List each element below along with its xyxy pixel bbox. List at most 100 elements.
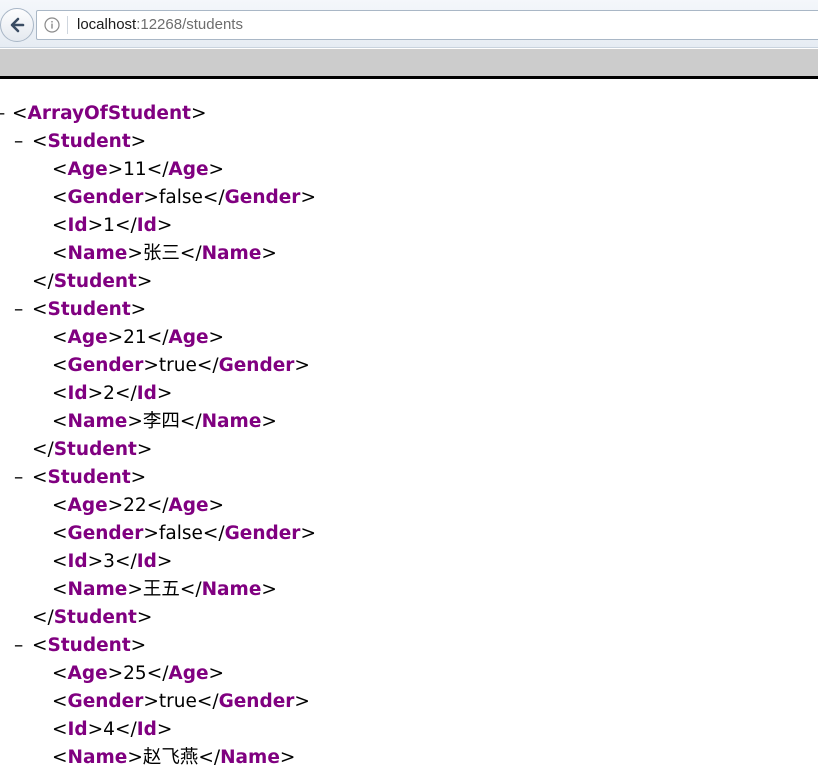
bracket: > bbox=[127, 243, 143, 264]
field-tag-name: Gender bbox=[67, 187, 144, 208]
bracket: < bbox=[52, 383, 68, 404]
field-gender: <Gender>true</Gender> bbox=[0, 352, 818, 380]
student-close-tag: </Student> bbox=[0, 268, 818, 296]
field-tag-name: Age bbox=[67, 327, 108, 348]
bracket: </ bbox=[202, 523, 225, 544]
field-gender: <Gender>false</Gender> bbox=[0, 520, 818, 548]
bracket: < bbox=[52, 719, 68, 740]
address-bar[interactable]: localhost:12268/students bbox=[36, 10, 818, 40]
field-id: <Id>4</Id> bbox=[0, 716, 818, 744]
bracket: </ bbox=[146, 495, 169, 516]
bracket: </ bbox=[196, 355, 219, 376]
url-host: localhost bbox=[77, 16, 137, 33]
field-tag-name: Name bbox=[201, 411, 262, 432]
field-value: 赵飞燕 bbox=[142, 747, 199, 768]
field-name: <Name>赵飞燕</Name> bbox=[0, 744, 818, 772]
bracket: > bbox=[279, 747, 296, 768]
bracket: > bbox=[87, 383, 104, 404]
collapse-root-toggle[interactable]: – bbox=[0, 100, 5, 128]
field-gender: <Gender>false</Gender> bbox=[0, 184, 818, 212]
bracket: </ bbox=[146, 159, 169, 180]
field-tag-name: Age bbox=[168, 663, 209, 684]
gray-bar bbox=[0, 49, 818, 76]
address-separator bbox=[67, 16, 68, 34]
bracket: </ bbox=[196, 691, 219, 712]
bracket: > bbox=[136, 271, 153, 292]
student-tag-name: Student bbox=[53, 271, 137, 292]
back-button[interactable] bbox=[0, 8, 34, 42]
bracket: < bbox=[32, 131, 48, 152]
field-value: 2 bbox=[103, 383, 115, 404]
bracket: < bbox=[52, 747, 68, 768]
field-value: 张三 bbox=[142, 243, 180, 264]
bracket: > bbox=[190, 103, 207, 124]
field-id: <Id>1</Id> bbox=[0, 212, 818, 240]
field-tag-name: Id bbox=[136, 719, 157, 740]
xml-root-open: –<ArrayOfStudent> bbox=[0, 100, 818, 128]
student-tag-name: Student bbox=[47, 467, 131, 488]
bracket: </ bbox=[146, 327, 169, 348]
student-tag-name: Student bbox=[47, 299, 131, 320]
student-tag-name: Student bbox=[47, 635, 131, 656]
bracket: > bbox=[107, 327, 124, 348]
browser-toolbar: localhost:12268/students bbox=[0, 0, 818, 48]
bracket: > bbox=[136, 607, 153, 628]
student-open-tag: – <Student> bbox=[0, 632, 818, 660]
bracket: > bbox=[261, 411, 277, 432]
bracket: < bbox=[52, 187, 68, 208]
field-value: 11 bbox=[123, 159, 147, 180]
field-value: 25 bbox=[123, 663, 147, 684]
field-tag-name: Name bbox=[67, 747, 128, 768]
student-close-tag: </Student> bbox=[0, 604, 818, 632]
collapse-student-toggle[interactable]: – bbox=[14, 128, 23, 156]
bracket: > bbox=[143, 691, 159, 712]
bracket: > bbox=[208, 495, 225, 516]
field-tag-name: Name bbox=[201, 579, 262, 600]
collapse-student-toggle[interactable]: – bbox=[14, 464, 23, 492]
field-tag-name: Age bbox=[168, 327, 209, 348]
field-value: 李四 bbox=[142, 411, 180, 432]
field-value: 4 bbox=[103, 719, 115, 740]
bracket: </ bbox=[179, 411, 202, 432]
student-open-tag: – <Student> bbox=[0, 296, 818, 324]
collapse-student-toggle[interactable]: – bbox=[14, 632, 23, 660]
bracket: < bbox=[52, 523, 68, 544]
field-tag-name: Id bbox=[67, 551, 88, 572]
bracket: > bbox=[208, 327, 225, 348]
bracket: </ bbox=[114, 551, 137, 572]
url-text[interactable]: localhost:12268/students bbox=[77, 16, 243, 34]
field-tag-name: Name bbox=[220, 747, 280, 768]
field-tag-name: Id bbox=[67, 215, 88, 236]
bracket: > bbox=[294, 691, 310, 712]
bracket: </ bbox=[114, 383, 137, 404]
collapse-student-toggle[interactable]: – bbox=[14, 296, 23, 324]
bracket: </ bbox=[202, 187, 225, 208]
field-age: <Age>22</Age> bbox=[0, 492, 818, 520]
field-tag-name: Age bbox=[168, 495, 209, 516]
bracket: < bbox=[12, 103, 28, 124]
bracket: > bbox=[208, 663, 225, 684]
bracket: </ bbox=[32, 271, 54, 292]
field-gender: <Gender>true</Gender> bbox=[0, 688, 818, 716]
bracket: > bbox=[300, 187, 316, 208]
field-tag-name: Name bbox=[67, 579, 128, 600]
field-tag-name: Id bbox=[136, 215, 157, 236]
info-icon[interactable] bbox=[44, 17, 60, 33]
bracket: </ bbox=[179, 579, 202, 600]
field-name: <Name>王五</Name> bbox=[0, 576, 818, 604]
student-open-tag: – <Student> bbox=[0, 464, 818, 492]
bracket: > bbox=[107, 663, 124, 684]
student-tag-name: Student bbox=[53, 607, 137, 628]
field-value: 22 bbox=[123, 495, 147, 516]
xml-tree: –<ArrayOfStudent>–<Student><Age>11</Age>… bbox=[0, 100, 818, 772]
field-value: 1 bbox=[103, 215, 115, 236]
bracket: > bbox=[107, 159, 124, 180]
bracket: > bbox=[127, 411, 143, 432]
back-arrow-icon bbox=[10, 17, 25, 33]
bracket: </ bbox=[114, 215, 137, 236]
field-value: 21 bbox=[123, 327, 147, 348]
field-age: <Age>21</Age> bbox=[0, 324, 818, 352]
url-path: :12268/students bbox=[136, 16, 243, 33]
bracket: < bbox=[52, 691, 68, 712]
bracket: > bbox=[156, 551, 173, 572]
